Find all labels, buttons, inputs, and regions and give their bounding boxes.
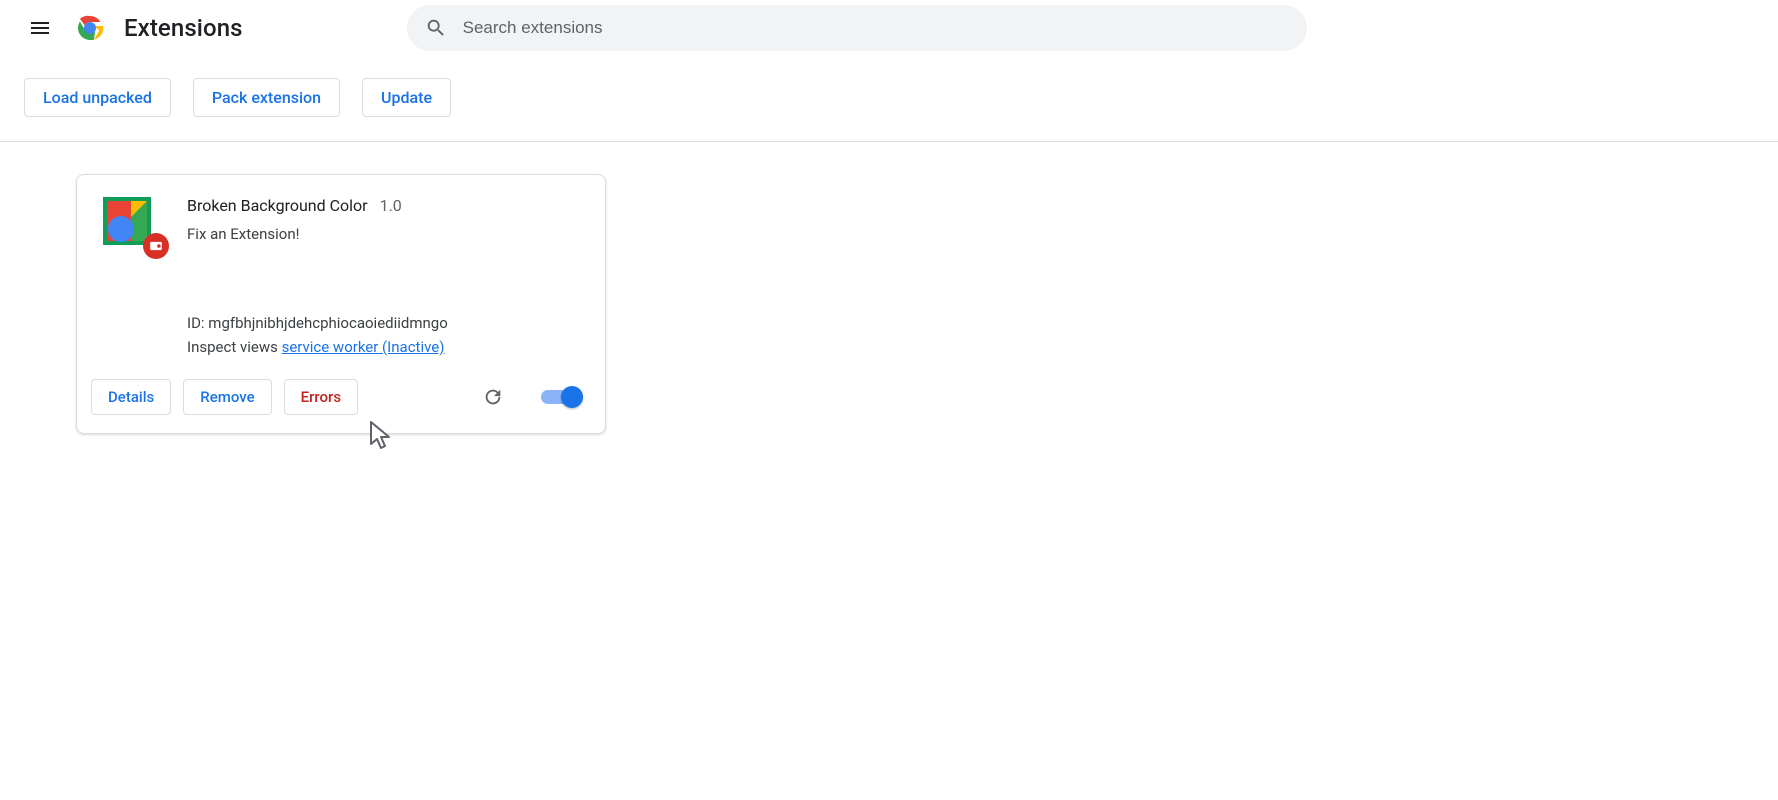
extension-id-value: mgfbhjnibhjdehcphiocaoiediidmngo	[208, 314, 447, 332]
load-unpacked-button[interactable]: Load unpacked	[24, 78, 171, 117]
search-bar[interactable]	[407, 5, 1307, 51]
extension-description: Fix an Extension!	[187, 225, 581, 243]
extension-id-row: ID: mgfbhjnibhjdehcphiocaoiediidmngo	[187, 311, 581, 335]
top-bar: Extensions	[0, 0, 1778, 56]
error-badge-icon	[143, 233, 169, 259]
reload-button[interactable]	[475, 379, 511, 415]
reload-icon	[482, 386, 504, 408]
errors-button[interactable]: Errors	[284, 379, 358, 415]
inspect-views-label: Inspect views	[187, 338, 278, 356]
extension-icon	[101, 195, 161, 251]
extension-name: Broken Background Color	[187, 196, 368, 215]
search-input[interactable]	[463, 18, 1289, 38]
update-button[interactable]: Update	[362, 78, 451, 117]
extensions-grid: Broken Background Color 1.0 Fix an Exten…	[0, 142, 1778, 434]
inspect-views-row: Inspect views service worker (Inactive)	[187, 335, 581, 359]
extension-version: 1.0	[380, 196, 402, 215]
chrome-logo-icon	[74, 12, 106, 44]
hamburger-menu-button[interactable]	[16, 4, 64, 52]
dev-toolbar: Load unpacked Pack extension Update	[0, 56, 1778, 142]
enable-toggle[interactable]	[541, 386, 583, 408]
page-title: Extensions	[124, 14, 243, 42]
extension-id-label: ID:	[187, 314, 205, 332]
remove-button[interactable]: Remove	[183, 379, 271, 415]
pack-extension-button[interactable]: Pack extension	[193, 78, 340, 117]
toggle-thumb	[561, 386, 583, 408]
search-icon	[425, 17, 447, 39]
extension-title-row: Broken Background Color 1.0	[187, 195, 581, 217]
service-worker-link[interactable]: service worker (Inactive)	[282, 338, 445, 356]
extension-card: Broken Background Color 1.0 Fix an Exten…	[76, 174, 606, 434]
hamburger-icon	[28, 16, 52, 40]
details-button[interactable]: Details	[91, 379, 171, 415]
